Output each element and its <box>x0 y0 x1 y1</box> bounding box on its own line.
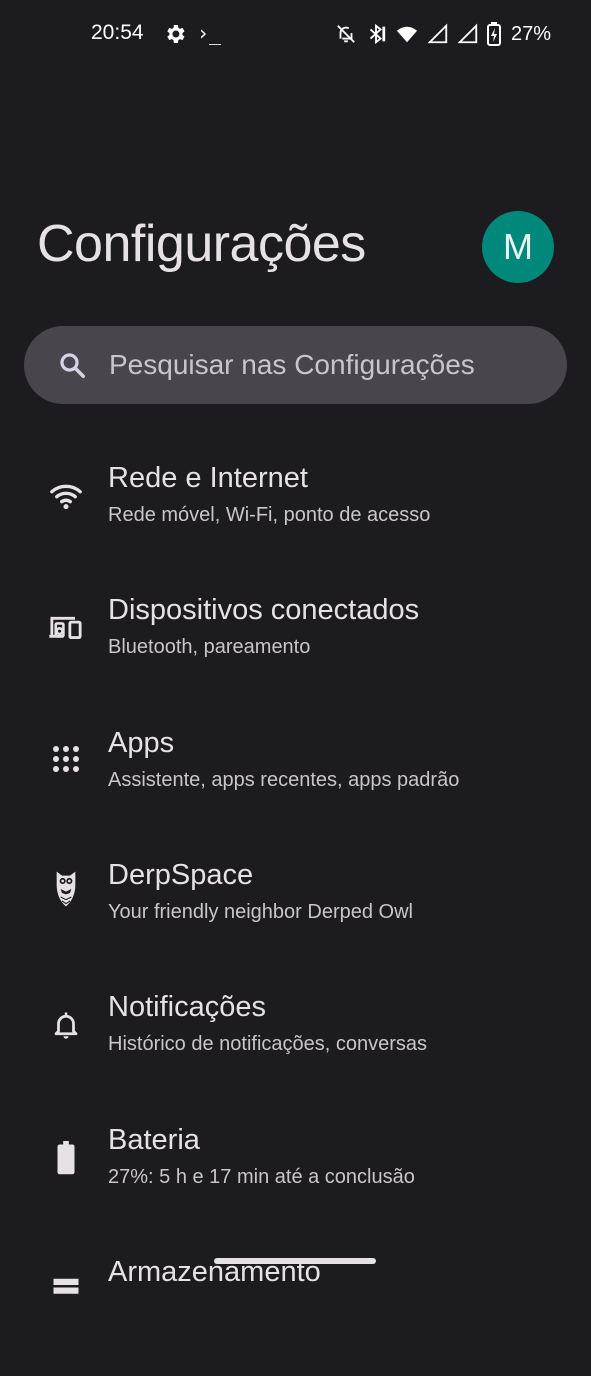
signal-icon <box>427 23 448 44</box>
bluetooth-icon <box>369 23 386 45</box>
wifi-icon <box>396 26 418 43</box>
avatar[interactable]: M <box>482 211 554 283</box>
devices-icon <box>46 606 86 646</box>
settings-item-apps[interactable]: Apps Assistente, apps recentes, apps pad… <box>0 727 591 847</box>
item-subtitle: Assistente, apps recentes, apps padrão <box>108 769 460 791</box>
search-bar[interactable]: Pesquisar nas Configurações <box>24 326 567 404</box>
item-title: DerpSpace <box>108 859 254 891</box>
search-icon <box>60 353 85 378</box>
item-title: Rede e Internet <box>108 462 308 494</box>
notifications-off-icon <box>337 25 355 43</box>
battery-icon <box>46 1138 86 1178</box>
battery-charging-icon <box>486 22 501 46</box>
settings-item-storage[interactable]: Armazenamento <box>0 1256 591 1376</box>
gesture-navigation-handle[interactable] <box>214 1258 376 1264</box>
settings-item-network[interactable]: Rede e Internet Rede móvel, Wi-Fi, ponto… <box>0 462 591 582</box>
settings-item-notifications[interactable]: Notificações Histórico de notificações, … <box>0 991 591 1111</box>
item-subtitle: 27%: 5 h e 17 min até a conclusão <box>108 1166 415 1188</box>
owl-icon <box>46 869 86 909</box>
item-subtitle: Rede móvel, Wi-Fi, ponto de acesso <box>108 504 431 526</box>
status-time: 20:54 <box>91 21 144 44</box>
signal-icon <box>457 23 478 44</box>
item-title: Apps <box>108 727 175 759</box>
gear-icon <box>167 25 185 43</box>
settings-item-derpspace[interactable]: DerpSpace Your friendly neighbor Derped … <box>0 859 591 979</box>
item-subtitle: Histórico de notificações, conversas <box>108 1033 428 1055</box>
storage-icon <box>46 1270 86 1310</box>
page-title: Configurações <box>37 215 366 273</box>
wifi-icon <box>46 476 86 516</box>
status-bar: 20:54 ›_ 27% <box>0 0 591 68</box>
item-subtitle: Your friendly neighbor Derped Owl <box>108 901 413 923</box>
settings-item-battery[interactable]: Bateria 27%: 5 h e 17 min até a conclusã… <box>0 1124 591 1244</box>
item-title: Notificações <box>108 991 266 1023</box>
apps-grid-icon <box>46 739 86 779</box>
item-subtitle: Bluetooth, pareamento <box>108 636 311 658</box>
settings-item-connected-devices[interactable]: Dispositivos conectados Bluetooth, parea… <box>0 594 591 714</box>
search-placeholder: Pesquisar nas Configurações <box>109 349 475 380</box>
status-icons: 27% <box>335 20 551 48</box>
item-title: Dispositivos conectados <box>108 594 420 626</box>
bell-icon <box>46 1005 86 1045</box>
battery-percent: 27% <box>510 22 551 45</box>
item-title: Bateria <box>108 1124 200 1156</box>
terminal-icon: ›_ <box>197 21 222 45</box>
